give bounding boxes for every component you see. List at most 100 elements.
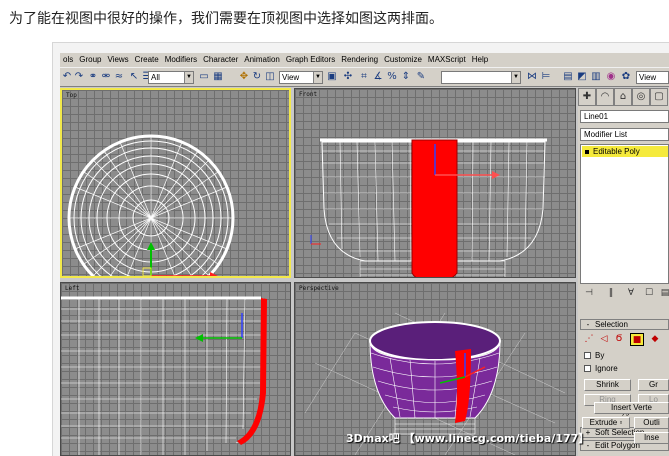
menu-character[interactable]: Character	[200, 53, 241, 67]
unlink-icon[interactable]: ⚮	[100, 71, 112, 83]
chevron-down-icon: ▼	[511, 72, 520, 83]
viewport-perspective-label[interactable]: Perspective	[299, 285, 339, 292]
configure-sets-icon[interactable]: ▤	[658, 287, 669, 300]
rotate-icon[interactable]: ↻	[251, 71, 263, 83]
viewport-front-label[interactable]: Front	[299, 91, 317, 98]
select-region-icon[interactable]: ▭	[198, 71, 210, 83]
undo-icon[interactable]: ↶	[61, 71, 73, 83]
command-panel: ✚ ◠ ⌂ ◎ ▢ Line01 Modifier List Editable …	[578, 88, 669, 456]
bind-space-warp-icon[interactable]: ≈	[113, 71, 125, 83]
checkbox-box	[584, 352, 591, 359]
stack-item-marker-icon	[585, 149, 589, 154]
watermark-text: 3Dmax吧 【www.linecg.com/tieba/177】	[346, 432, 590, 445]
material-editor-icon[interactable]: ◉	[605, 71, 617, 83]
named-selection-dropdown[interactable]: ▼	[441, 71, 521, 84]
insert-vertex-button[interactable]: Insert Verte	[594, 402, 669, 414]
article-caption: 为了能在视图中很好的操作，我们需要在顶视图中选择如图这两排面。	[9, 11, 443, 27]
reference-coordinate-dropdown[interactable]: View ▼	[279, 71, 323, 84]
stack-tools: ⊣ ‖ ∀ ☐ ▤	[580, 287, 669, 301]
mirror-icon[interactable]: ⋈	[526, 71, 538, 83]
select-icon[interactable]: ↖	[128, 71, 140, 83]
menu-bar: ols Group Views Create Modifiers Charact…	[60, 53, 669, 67]
menu-views[interactable]: Views	[104, 53, 131, 67]
selection-filter-dropdown[interactable]: All ▼	[148, 71, 194, 84]
motion-tab-icon[interactable]: ◎	[632, 88, 650, 106]
by-vertex-checkbox[interactable]: By	[584, 351, 604, 362]
chevron-down-icon: ▼	[313, 72, 322, 83]
extrude-button[interactable]: Extrude ▫	[582, 417, 630, 429]
link-icon[interactable]: ⚭	[87, 71, 99, 83]
menu-maxscript[interactable]: MAXScript	[425, 53, 469, 67]
render-view-value: View	[639, 73, 657, 82]
window-crossing-icon[interactable]: ▦	[212, 71, 224, 83]
menu-create[interactable]: Create	[132, 53, 162, 67]
modify-tab-icon[interactable]: ◠	[596, 88, 614, 106]
schematic-view-icon[interactable]: ▥	[590, 71, 602, 83]
remove-modifier-icon[interactable]: ☐	[642, 287, 656, 300]
manipulate-icon[interactable]: ✣	[342, 71, 354, 83]
subobject-level-icons: ⋰ ◁ Ϭ ■ ◆	[582, 333, 669, 347]
display-tab-icon[interactable]: ▢	[650, 88, 668, 106]
modifier-stack[interactable]: Editable Poly	[580, 144, 669, 284]
extrude-label: Extrude	[589, 418, 618, 427]
layer-manager-icon[interactable]: ▤	[562, 71, 574, 83]
vertex-icon[interactable]: ⋰	[582, 333, 596, 346]
named-selection-icon[interactable]: ✎	[415, 71, 427, 83]
front-view-mesh	[310, 138, 547, 277]
menu-tools[interactable]: ols	[60, 53, 76, 67]
show-end-result-icon[interactable]: ‖	[604, 287, 618, 300]
settings-icon: ▫	[619, 418, 623, 427]
shrink-button[interactable]: Shrink	[584, 379, 631, 391]
edge-icon[interactable]: ◁	[597, 333, 611, 346]
render-view-dropdown[interactable]: View	[636, 71, 669, 84]
menu-graph-editors[interactable]: Graph Editors	[283, 53, 338, 67]
command-panel-tabs: ✚ ◠ ⌂ ◎ ▢	[578, 88, 669, 106]
pivot-center-icon[interactable]: ▣	[326, 71, 338, 83]
render-icon[interactable]: ✿	[620, 71, 632, 83]
menu-modifiers[interactable]: Modifiers	[162, 53, 200, 67]
make-unique-icon[interactable]: ∀	[624, 287, 638, 300]
stack-item-label: Editable Poly	[593, 147, 640, 156]
viewport-front[interactable]: Front	[294, 88, 576, 278]
menu-animation[interactable]: Animation	[241, 53, 283, 67]
viewport-top-label[interactable]: Top	[66, 92, 77, 99]
ignore-backfacing-label: Ignore	[595, 364, 618, 373]
spinner-snap-icon[interactable]: ⇕	[400, 71, 412, 83]
align-icon[interactable]: ⊨	[540, 71, 552, 83]
menu-customize[interactable]: Customize	[381, 53, 425, 67]
top-view-mesh	[67, 134, 235, 276]
stack-item-editable-poly[interactable]: Editable Poly	[582, 146, 668, 157]
viewport-left-label[interactable]: Left	[65, 285, 79, 292]
border-icon[interactable]: Ϭ	[612, 333, 626, 346]
pin-stack-icon[interactable]: ⊣	[582, 287, 596, 300]
ignore-backfacing-checkbox[interactable]: Ignore	[584, 364, 618, 375]
outline-button[interactable]: Outli	[634, 417, 669, 429]
percent-snap-icon[interactable]: %	[386, 71, 398, 83]
snap-toggle-icon[interactable]: ⌗	[358, 71, 370, 83]
menu-rendering[interactable]: Rendering	[338, 53, 381, 67]
curve-editor-icon[interactable]: ◩	[576, 71, 588, 83]
menu-help[interactable]: Help	[469, 53, 491, 67]
by-vertex-label: By	[595, 351, 605, 360]
move-icon[interactable]: ✥	[238, 71, 250, 83]
polygon-icon[interactable]: ■	[630, 333, 644, 346]
hierarchy-tab-icon[interactable]: ⌂	[614, 88, 632, 106]
grow-button[interactable]: Gr	[638, 379, 669, 391]
collapse-icon: -	[586, 320, 590, 329]
3dsmax-window: ols Group Views Create Modifiers Charact…	[60, 53, 669, 456]
reference-coordinate-value: View	[282, 73, 300, 82]
element-icon[interactable]: ◆	[648, 333, 662, 346]
checkbox-box	[584, 365, 591, 372]
angle-snap-icon[interactable]: ∡	[372, 71, 384, 83]
viewport-left[interactable]: Left	[60, 282, 291, 456]
selection-rollout-header[interactable]: - Selection	[580, 319, 669, 330]
scale-icon[interactable]: ◫	[264, 71, 276, 83]
redo-icon[interactable]: ↷	[73, 71, 85, 83]
viewport-top[interactable]: Top	[60, 88, 291, 278]
main-toolbar: ↶ ↷ ⚭ ⚮ ≈ ↖ ☰ ⬚ All ▼ ▭ ▦ ✥ ↻ ◫ View ▼ ▣…	[60, 67, 669, 87]
menu-group[interactable]: Group	[76, 53, 104, 67]
inset-button[interactable]: Inse	[634, 432, 669, 444]
object-name-field[interactable]: Line01	[580, 110, 669, 123]
modifier-list-dropdown[interactable]: Modifier List	[580, 128, 669, 141]
create-tab-icon[interactable]: ✚	[578, 88, 596, 106]
